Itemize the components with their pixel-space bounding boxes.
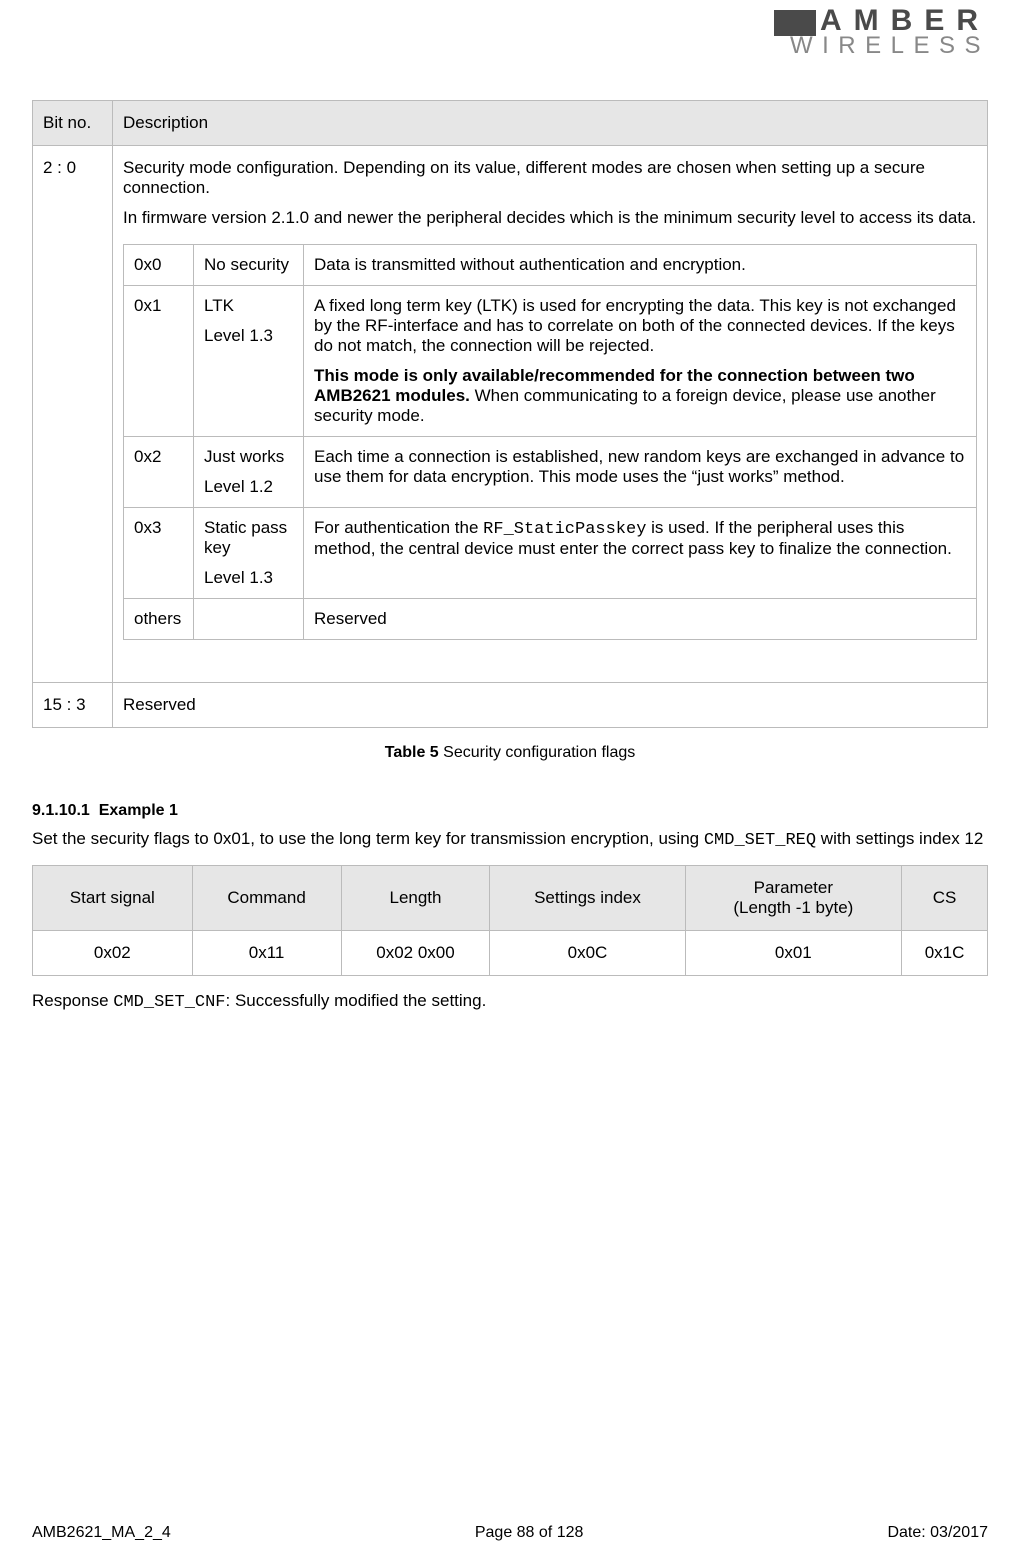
mode-description: A fixed long term key (LTK) is used for … (304, 286, 977, 437)
footer-date: Date: 03/2017 (887, 1524, 988, 1542)
mode-code: 0x1 (124, 286, 194, 437)
cmd-header: Start signal (33, 865, 193, 930)
cmd-value: 0x01 (685, 930, 902, 975)
resp-post: : Successfully modified the setting. (226, 991, 487, 1010)
cmd-value: 0x1C (902, 930, 988, 975)
cmd-header: Settings index (490, 865, 685, 930)
mode-code: 0x3 (124, 508, 194, 599)
footer-doc-id: AMB2621_MA_2_4 (32, 1524, 171, 1542)
caption-label: Table 5 (385, 744, 439, 761)
section-heading: 9.1.10.1 Example 1 (32, 802, 988, 820)
para-pre: Set the security flags to 0x01, to use t… (32, 829, 704, 848)
mode-description: For authentication the RF_StaticPasskey … (304, 508, 977, 599)
mode-label: No security (194, 245, 304, 286)
table-caption: Table 5 Security configuration flags (32, 744, 988, 762)
cmd-value: 0x02 0x00 (341, 930, 490, 975)
page-footer: AMB2621_MA_2_4 Page 88 of 128 Date: 03/2… (32, 1524, 988, 1542)
mode-label: LTKLevel 1.3 (194, 286, 304, 437)
section-title: Example 1 (99, 802, 178, 819)
resp-code: CMD_SET_CNF (113, 993, 225, 1012)
cmd-value: 0x02 (33, 930, 193, 975)
cmd-value: 0x11 (192, 930, 341, 975)
cmd-header: Command (192, 865, 341, 930)
section-number: 9.1.10.1 (32, 802, 90, 819)
command-table: Start signalCommandLengthSettings indexP… (32, 865, 988, 976)
mode-description: Reserved (304, 599, 977, 640)
col-header-bitno: Bit no. (33, 101, 113, 146)
mode-label: Just worksLevel 1.2 (194, 437, 304, 508)
cmd-header: Length (341, 865, 490, 930)
cmd-header: Parameter(Length -1 byte) (685, 865, 902, 930)
mode-label: Static pass keyLevel 1.3 (194, 508, 304, 599)
logo-text-bottom: WIRELESS (728, 34, 990, 58)
cmd-header: CS (902, 865, 988, 930)
bits-description: Security mode configuration. Depending o… (113, 146, 988, 683)
mode-code: 0x2 (124, 437, 194, 508)
brand-logo: AMBER WIRELESS (728, 6, 990, 58)
para-code: CMD_SET_REQ (704, 831, 816, 850)
caption-text: Security configuration flags (439, 744, 636, 761)
desc-p2: In firmware version 2.1.0 and newer the … (123, 208, 977, 228)
response-paragraph: Response CMD_SET_CNF: Successfully modif… (32, 990, 988, 1015)
mode-description: Each time a connection is established, n… (304, 437, 977, 508)
mode-description: Data is transmitted without authenticati… (304, 245, 977, 286)
bits-value: 2 : 0 (33, 146, 113, 683)
mode-code: others (124, 599, 194, 640)
cmd-value: 0x0C (490, 930, 685, 975)
mode-label (194, 599, 304, 640)
bits-description: Reserved (113, 683, 988, 728)
resp-pre: Response (32, 991, 113, 1010)
para-post: with settings index 12 (816, 829, 983, 848)
footer-page: Page 88 of 128 (475, 1524, 584, 1542)
mode-code: 0x0 (124, 245, 194, 286)
col-header-description: Description (113, 101, 988, 146)
bits-value: 15 : 3 (33, 683, 113, 728)
security-flags-table: Bit no. Description 2 : 0 Security mode … (32, 100, 988, 728)
example-paragraph: Set the security flags to 0x01, to use t… (32, 828, 988, 853)
security-modes-table: 0x0No securityData is transmitted withou… (123, 244, 977, 640)
desc-p1: Security mode configuration. Depending o… (123, 158, 977, 198)
